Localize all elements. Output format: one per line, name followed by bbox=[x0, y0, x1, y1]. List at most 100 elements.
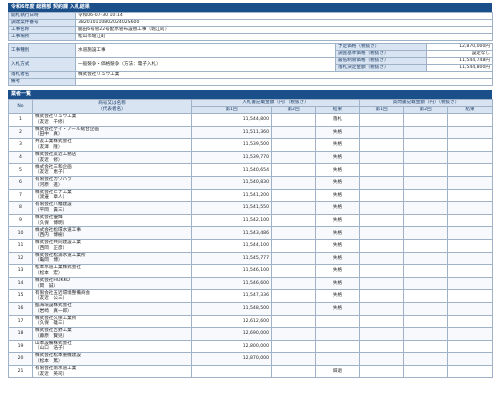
bidder-representative: （河原 進） bbox=[35, 182, 63, 188]
qual-amount-2 bbox=[403, 163, 449, 177]
table-row: 19 山本設備株式会社 （山口 浩子） 12,800,000 bbox=[8, 339, 494, 354]
table-row: 8 有限会社八幡建設 （平岡 貴三） 11,541,550 失格 bbox=[8, 201, 494, 215]
qual-amount-1 bbox=[359, 238, 405, 253]
bid-amount-2 bbox=[271, 276, 316, 291]
bidder-cell: 株式会社優輝 （久保 博明） bbox=[32, 213, 192, 228]
bid-result: 失格 bbox=[314, 264, 361, 278]
row-no: 9 bbox=[8, 213, 33, 228]
bidder-representative: （亀岡 博） bbox=[35, 258, 63, 264]
qual-amount-1 bbox=[359, 213, 405, 228]
table-row: 15 有限会社五近環境整備商会 （友近 公三） 11,547,336 失格 bbox=[8, 289, 494, 303]
bid-amount-1: 12,870,000 bbox=[191, 352, 272, 366]
qual-result bbox=[447, 339, 494, 354]
qual-amount-2 bbox=[403, 213, 449, 228]
bidder-cell: 株式会社久保工業所 （久保 雄三） bbox=[32, 314, 192, 329]
bid-result: 失格 bbox=[314, 188, 361, 203]
bid-amount-1: 11,545,777 bbox=[191, 251, 272, 266]
row-no: 5 bbox=[8, 163, 33, 177]
work-type-label: 工事種別 bbox=[8, 43, 76, 58]
qual-amount-1 bbox=[359, 352, 405, 366]
qual-result bbox=[447, 289, 494, 303]
qual-amount-1 bbox=[359, 276, 405, 291]
qual-result bbox=[447, 201, 494, 215]
bidder-cell: 株式会社三和企画 （友近 恵子） bbox=[32, 163, 192, 177]
work-name-value: 脇田6号管22号配水管布設替工事（堀江町） bbox=[75, 26, 493, 34]
right-label-1: 調査基準価格（税抜き） bbox=[335, 50, 427, 58]
bid-amount-2 bbox=[271, 188, 316, 203]
table-row: 20 株式会社松本重機建設 （松本 篤） 12,870,000 bbox=[8, 352, 494, 366]
row-no: 8 bbox=[8, 201, 33, 215]
bid-amount-2 bbox=[271, 226, 316, 240]
table-row: 4 株式会社友近工務店 （友近 修） 11,539,770 失格 bbox=[8, 150, 494, 165]
qual-amount-1 bbox=[359, 289, 405, 303]
bidder-representative: （友近 恵子） bbox=[35, 170, 68, 176]
bidder-cell: 株式会社松浦水道工業所 （亀岡 博） bbox=[32, 251, 192, 266]
right-label-2: 最低制限価格（税抜き） bbox=[335, 57, 427, 65]
table-row: 10 株式会社松環水道工事 （西内 博樹） 11,543,486 失格 bbox=[8, 226, 494, 240]
bid-amount-1: 11,546,600 bbox=[191, 276, 272, 291]
qual-amount-2 bbox=[403, 264, 449, 278]
qual-amount-1 bbox=[359, 201, 405, 215]
table-row: 16 臨海環設株式会社 （岩崎 真一郎） 11,548,500 失格 bbox=[8, 301, 494, 316]
bidder-representative: （平岡 貴三） bbox=[35, 207, 68, 213]
table-row: 17 株式会社久保工業所 （久保 雄三） 12,612,600 bbox=[8, 314, 494, 329]
qual-result bbox=[447, 264, 494, 278]
row-no: 18 bbox=[8, 327, 33, 341]
qual-amount-2 bbox=[403, 201, 449, 215]
qual-result bbox=[447, 138, 494, 152]
results-title: 業者一覧 bbox=[8, 90, 492, 99]
right-label-0: 予定価格（税抜き） bbox=[335, 43, 427, 51]
table-row: 12 株式会社松浦水道工業所 （亀岡 博） 11,545,777 失格 bbox=[8, 251, 494, 266]
bidder-representative: （岡 誠） bbox=[35, 283, 58, 289]
row-no: 12 bbox=[8, 251, 33, 266]
bid-amount-1 bbox=[191, 364, 272, 379]
qual-amount-1 bbox=[359, 163, 405, 177]
qual-amount-1 bbox=[359, 314, 405, 329]
bidder-cell: 株式会社松本重機建設 （松本 篤） bbox=[32, 352, 192, 366]
col-bid2-header: 第2回 bbox=[271, 106, 316, 114]
qual-amount-2 bbox=[403, 113, 449, 127]
qual-amount-1 bbox=[359, 226, 405, 240]
bidder-cell: 株式会社リュウ工業 （友近 千修） bbox=[32, 113, 192, 127]
bid-amount-2 bbox=[271, 175, 316, 190]
bid-result: 失格 bbox=[314, 238, 361, 253]
table-row: 14 株式会社HOKKO （岡 誠） 11,546,600 失格 bbox=[8, 276, 494, 291]
bid-amount-1: 12,800,000 bbox=[191, 339, 272, 354]
qual-amount-2 bbox=[403, 339, 449, 354]
bidder-cell: 臨海環設株式会社 （岩崎 真一郎） bbox=[32, 301, 192, 316]
summary-table: 開札執行日時 令和06-07-30 10:14 調達案件番号 382010110… bbox=[8, 12, 493, 86]
qual-amount-2 bbox=[403, 251, 449, 266]
bid-result bbox=[314, 327, 361, 341]
bid-result: 失格 bbox=[314, 163, 361, 177]
qual-amount-2 bbox=[403, 276, 449, 291]
bidder-representative: （渡邊 章人） bbox=[35, 195, 68, 201]
qual-amount-2 bbox=[403, 150, 449, 165]
qual-result bbox=[447, 352, 494, 366]
row-no: 15 bbox=[8, 289, 33, 303]
page: 令和6年度 総務部 契約課 入札結果 開札執行日時 令和06-07-30 10:… bbox=[8, 3, 494, 379]
bidder-representative: （友澤 隆） bbox=[35, 144, 63, 150]
bid-amount-1: 11,539,770 bbox=[191, 150, 272, 165]
qual-result bbox=[447, 125, 494, 140]
qual-amount-1 bbox=[359, 125, 405, 140]
work-place-label: 工事場所 bbox=[8, 33, 76, 41]
bidder-cell: 有限会社南水道工業 （友近 英司） bbox=[32, 364, 192, 379]
qual-amount-2 bbox=[403, 364, 449, 379]
winner-label: 落札者名 bbox=[8, 71, 76, 79]
qual-result bbox=[447, 364, 494, 379]
bid-amount-2 bbox=[271, 238, 316, 253]
row-no: 10 bbox=[8, 226, 33, 240]
bidder-representative: （友近 公三） bbox=[35, 296, 68, 302]
qual-amount-2 bbox=[403, 125, 449, 140]
table-row: 21 有限会社南水道工業 （友近 英司） 辞退 bbox=[8, 364, 494, 379]
bid-result bbox=[314, 352, 361, 366]
bid-method-value: 一般競争・価格競争（方法：電子入札） bbox=[75, 57, 336, 72]
right-value-0: 12,870,000円 bbox=[426, 43, 493, 51]
bid-amount-1: 11,548,500 bbox=[191, 301, 272, 316]
right-value-3: 11,544,800円 bbox=[426, 64, 493, 72]
table-row: 1 株式会社リュウ工業 （友近 千修） 11,544,800 落札 bbox=[8, 113, 494, 127]
bid-result: 失格 bbox=[314, 226, 361, 240]
work-name-label: 工事名称 bbox=[8, 26, 76, 34]
work-place-value: 松山市堀江町 bbox=[75, 33, 493, 41]
right-value-1: 設定なし bbox=[426, 50, 493, 58]
